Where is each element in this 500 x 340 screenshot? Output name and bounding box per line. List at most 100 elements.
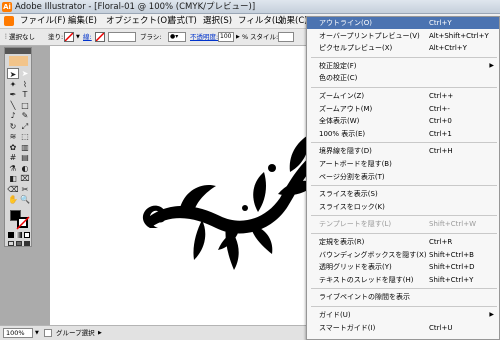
menu-item-label: 透明グリッドを表示(Y) — [319, 263, 392, 272]
paintbrush-icon[interactable]: ♪ — [7, 110, 19, 121]
rectangle-tool-icon[interactable]: □ — [19, 100, 31, 111]
view-menu-item[interactable]: ページ分割を表示(T) — [307, 171, 499, 183]
mesh-tool-icon[interactable]: # — [7, 152, 19, 163]
menu-item-shortcut: Shift+Ctrl+W — [429, 220, 477, 229]
none-color-icon — [64, 32, 74, 42]
zoom-tool-icon[interactable]: 🔍 — [19, 194, 31, 205]
symbol-sprayer-icon[interactable]: ✿ — [7, 142, 19, 153]
none-mode-icon[interactable] — [24, 232, 30, 238]
menu-select[interactable]: 選択(S) — [201, 14, 234, 29]
status-menu-arrow-icon[interactable]: ▶ — [98, 328, 102, 338]
fullscreen-menu-mode-icon[interactable] — [16, 241, 22, 246]
opacity-arrow-icon[interactable]: ▶ — [236, 32, 240, 42]
menu-separator — [311, 87, 497, 88]
view-menu-item[interactable]: ピクセルプレビュー(X) Alt+Ctrl+Y — [307, 42, 499, 54]
menu-separator — [311, 142, 497, 144]
line-tool-icon[interactable]: ╲ — [7, 100, 19, 111]
fill-dropdown-arrow-icon[interactable]: ▼ — [76, 32, 80, 42]
menu-item-label: 定規を表示(R) — [319, 238, 365, 246]
view-menu-item[interactable]: ガイド(U) ▶ — [307, 309, 499, 321]
view-menu-item[interactable]: 100% 表示(E) Ctrl+1 — [307, 128, 499, 140]
page-nav-box[interactable] — [44, 329, 52, 337]
submenu-arrow-icon: ▶ — [489, 61, 494, 69]
tools-panel-header[interactable] — [5, 48, 31, 54]
zoom-dropdown-icon[interactable]: ▼ — [35, 328, 39, 338]
menu-item-label: アウトライン(O) — [319, 19, 372, 27]
menu-separator — [311, 56, 497, 58]
tools-panel: ➤ ➤ ✦ ⌇ ✒ T ╲ □ ♪ ✎ ↻ ⤢ ≋ ⬚ ✿ ▥ # ▤ ⚗ ◐ ◧ ⌧ ⌫ ✂ ✋ 🔍 — [4, 47, 32, 247]
menu-type[interactable]: 書式(T) — [166, 14, 199, 29]
menu-effect[interactable]: 効果(C) — [276, 14, 310, 29]
zoom-level-field[interactable]: 100% — [3, 328, 33, 338]
graph-tool-icon[interactable]: ▥ — [19, 142, 31, 153]
stroke-weight-dropdown[interactable] — [108, 32, 136, 42]
menu-item-label: オーバープリントプレビュー(V) — [319, 31, 420, 40]
style-label: スタイル: — [250, 33, 279, 41]
menu-edit[interactable]: 編集(E) — [66, 14, 99, 29]
type-tool-icon[interactable]: T — [19, 89, 31, 100]
view-menu-item[interactable]: アートボードを隠す(B) — [307, 158, 499, 170]
status-tool-name: グループ選択 — [56, 329, 95, 337]
rotate-tool-icon[interactable]: ↻ — [7, 121, 19, 132]
brush-dropdown[interactable]: ●▾ — [168, 32, 186, 42]
menu-item-shortcut: Alt+Shift+Ctrl+Y — [429, 31, 489, 40]
hand-tool-icon[interactable]: ✋ — [7, 194, 19, 205]
opacity-field[interactable]: 100 — [218, 32, 234, 42]
color-mode-icon[interactable] — [8, 232, 14, 238]
menu-object[interactable]: オブジェクト(O) — [104, 14, 172, 29]
view-menu-item[interactable]: 透明グリッドを表示(Y) Shift+Ctrl+D — [307, 261, 499, 273]
blend-tool-icon[interactable]: ◐ — [19, 163, 31, 174]
view-menu-item[interactable]: スマートガイド(I) Ctrl+U — [307, 322, 499, 334]
view-menu-item[interactable]: ズームイン(Z) Ctrl++ — [307, 90, 499, 102]
pencil-icon[interactable]: ✎ — [19, 110, 31, 121]
menu-separator — [311, 185, 497, 187]
scissors-icon[interactable]: ✂ — [19, 184, 31, 195]
selection-status: 選択なし — [9, 33, 35, 41]
view-menu-item[interactable]: 校正設定(F) ▶ — [307, 60, 499, 72]
view-menu-item[interactable]: ズームアウト(M) Ctrl+- — [307, 103, 499, 115]
view-menu-item[interactable]: ライブペイントの隙間を表示 — [307, 291, 499, 303]
floral-artwork[interactable] — [140, 128, 320, 278]
style-dropdown[interactable] — [278, 32, 294, 42]
view-menu-item[interactable]: 全体表示(W) Ctrl+0 — [307, 115, 499, 127]
view-menu-item[interactable]: スライスを表示(S) — [307, 188, 499, 200]
menu-item-shortcut: Ctrl+H — [429, 147, 453, 156]
view-menu-item[interactable]: 境界線を隠す(D) Ctrl+H — [307, 145, 499, 157]
view-menu-item[interactable]: スライスをロック(K) — [307, 201, 499, 213]
document-control-icon[interactable] — [4, 16, 14, 26]
brush-label: ブラシ: — [140, 33, 162, 41]
magic-wand-icon[interactable]: ✦ — [7, 79, 19, 90]
menu-item-label: ページ分割を表示(T) — [319, 172, 385, 181]
fullscreen-mode-icon[interactable] — [24, 241, 30, 246]
eyedropper-icon[interactable]: ⚗ — [7, 163, 19, 174]
opacity-link[interactable]: 不透明度: — [190, 32, 218, 42]
view-menu-item[interactable]: テキストのスレッドを隠す(H) Shift+Ctrl+Y — [307, 274, 499, 286]
selection-tool-icon[interactable]: ➤ — [7, 68, 19, 79]
menu-item-shortcut: Ctrl++ — [429, 92, 454, 100]
lasso-icon[interactable]: ⌇ — [19, 79, 31, 90]
direct-selection-tool-icon[interactable]: ➤ — [19, 68, 31, 79]
scale-tool-icon[interactable]: ⤢ — [19, 121, 31, 132]
view-menu-item[interactable]: バウンディングボックスを隠す(X) Shift+Ctrl+B — [307, 249, 499, 261]
view-menu-item[interactable]: アウトライン(O) Ctrl+Y — [307, 17, 499, 29]
menu-file[interactable]: ファイル(F) — [18, 14, 68, 29]
fill-swatch[interactable] — [64, 32, 74, 42]
free-transform-icon[interactable]: ⬚ — [19, 131, 31, 142]
illustrator-app-icon[interactable]: Ai — [2, 2, 12, 12]
menu-item-label: ピクセルプレビュー(X) — [319, 44, 393, 53]
gradient-tool-icon[interactable]: ▤ — [19, 152, 31, 163]
artboard[interactable] — [50, 46, 320, 326]
menu-item-shortcut: Alt+Ctrl+Y — [429, 44, 467, 53]
view-menu-item[interactable]: 色の校正(C) — [307, 72, 499, 84]
slice-tool-icon[interactable]: ⌧ — [19, 173, 31, 184]
pen-tool-icon[interactable]: ✒ — [7, 89, 19, 100]
view-menu-item[interactable]: オーバープリントプレビュー(V) Alt+Shift+Ctrl+Y — [307, 30, 499, 42]
view-menu-item[interactable]: 定規を表示(R) Ctrl+R — [307, 236, 499, 248]
warp-tool-icon[interactable]: ≋ — [7, 131, 19, 142]
live-paint-icon[interactable]: ◧ — [7, 173, 19, 184]
gradient-mode-icon[interactable] — [16, 232, 22, 238]
stroke-swatch[interactable] — [95, 32, 105, 42]
stroke-label[interactable]: 線: — [83, 32, 92, 42]
eraser-icon[interactable]: ⌫ — [7, 184, 19, 195]
standard-screen-mode-icon[interactable] — [8, 241, 14, 246]
